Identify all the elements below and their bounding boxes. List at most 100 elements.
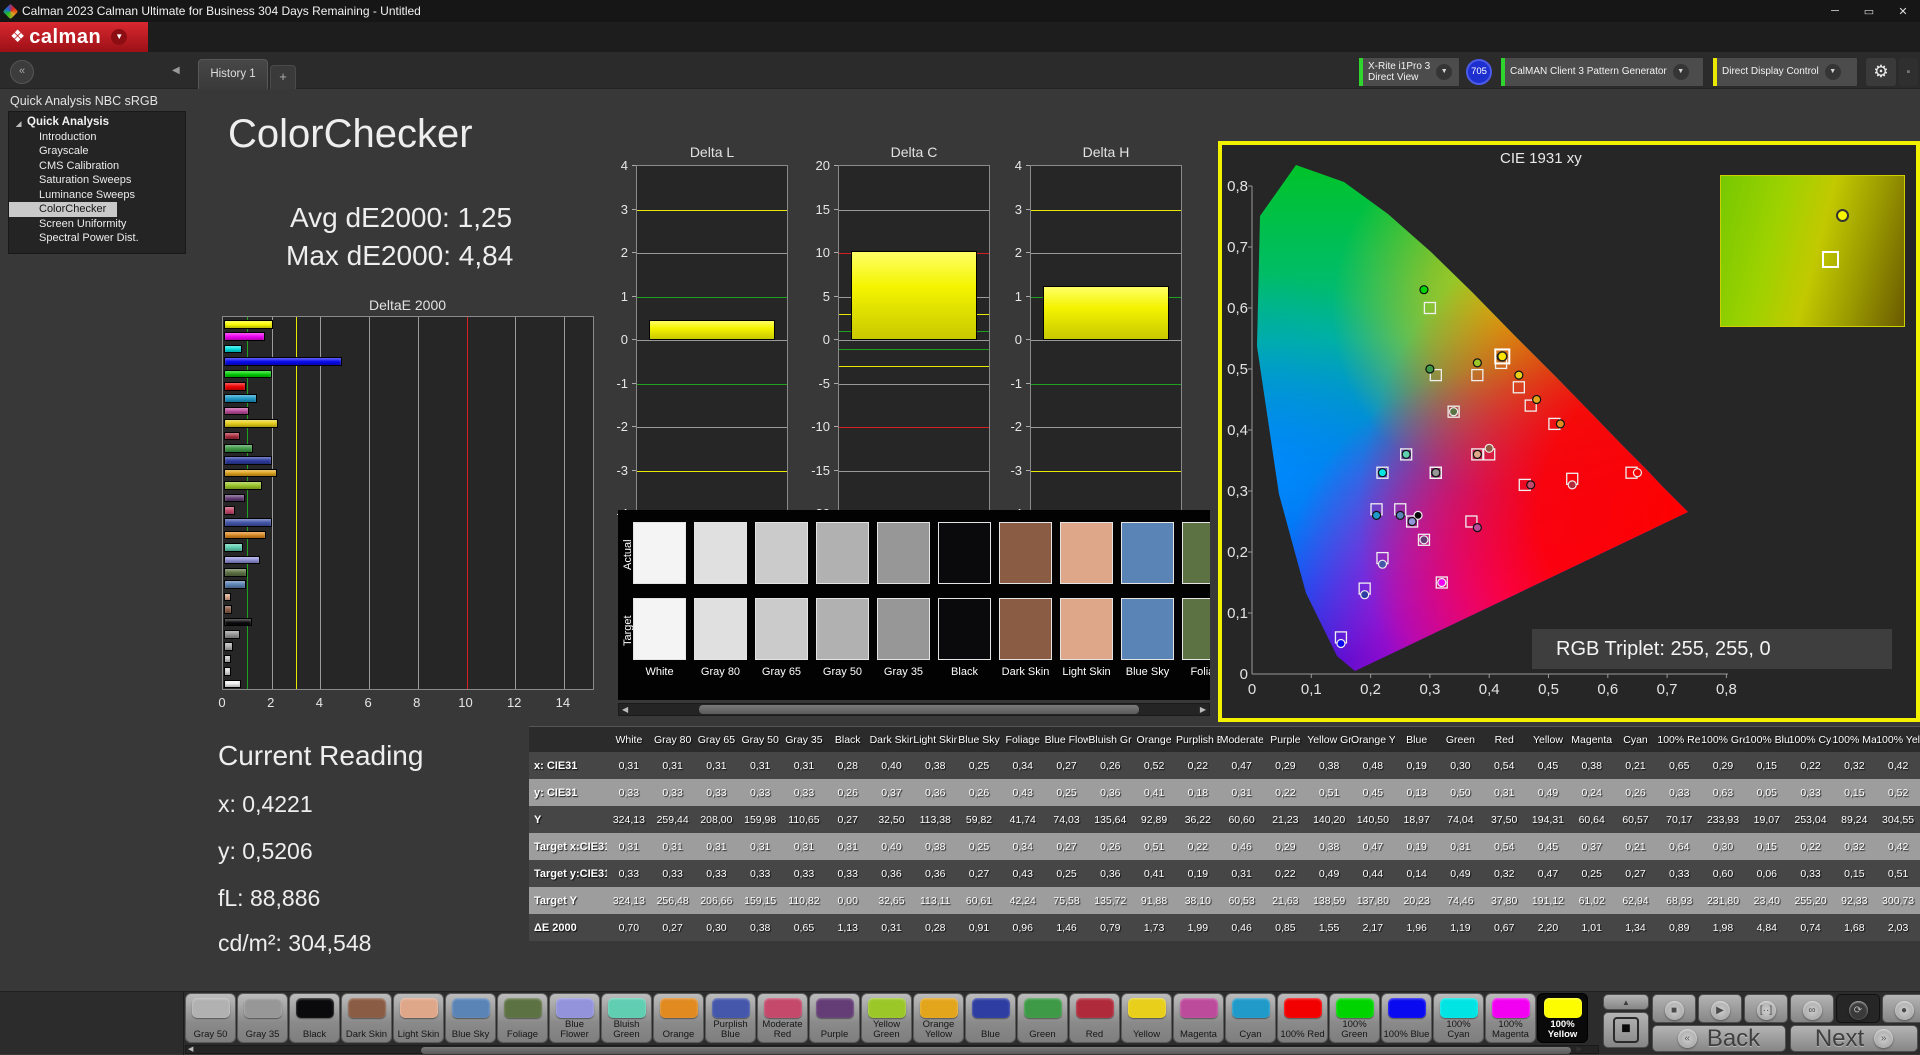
patch-button-yellow-green[interactable]: Yellow Green: [861, 993, 912, 1043]
sidebar-item-colorchecker[interactable]: ColorChecker: [9, 202, 117, 217]
patch-chip: [972, 998, 1010, 1018]
tree-expand-icon[interactable]: ◢: [16, 118, 21, 133]
sidebar-item-saturation-sweeps[interactable]: Saturation Sweeps: [9, 173, 185, 188]
patch-button-red[interactable]: Red: [1069, 993, 1120, 1043]
patch-button-orange[interactable]: Orange: [653, 993, 704, 1043]
patch-button-100-magenta[interactable]: 100% Magenta: [1485, 993, 1536, 1043]
patch-button-magenta[interactable]: Magenta: [1173, 993, 1224, 1043]
workflow-back-button[interactable]: «: [10, 60, 34, 84]
next-chevrons-icon: »: [1874, 1029, 1894, 1048]
svg-text:0,7: 0,7: [1657, 681, 1678, 698]
measurement-table: White Gray 80 Gray 65 Gray 50 Gray 35 Black Da…: [529, 726, 1920, 941]
actual-swatch-light-skin: [1060, 522, 1113, 584]
sidebar-item-luminance-sweeps[interactable]: Luminance Sweeps: [9, 188, 185, 203]
stop-button[interactable]: ■: [1652, 994, 1696, 1023]
maximize-button[interactable]: ▭: [1852, 5, 1886, 18]
patch-chip: [1492, 998, 1530, 1018]
patch-button-100-yellow[interactable]: 100% Yellow: [1537, 993, 1588, 1043]
patch-button-black[interactable]: Black: [289, 993, 340, 1043]
corner-menu-button[interactable]: ▪: [1899, 58, 1918, 86]
patch-button-green[interactable]: Green: [1017, 993, 1068, 1043]
scroll-right-icon[interactable]: ▶: [1200, 704, 1206, 715]
swatch-label: Black: [951, 666, 978, 678]
back-button[interactable]: « Back: [1652, 1025, 1786, 1052]
patch-button-bluish-green[interactable]: Bluish Green: [601, 993, 652, 1043]
next-button[interactable]: Next »: [1790, 1025, 1918, 1052]
record-button[interactable]: ●: [1882, 994, 1920, 1023]
patch-button-blue-flower[interactable]: Blue Flower: [549, 993, 600, 1043]
chevron-down-icon[interactable]: ▼: [1672, 64, 1689, 80]
loop-button[interactable]: ∞: [1790, 994, 1834, 1023]
meter-dropdown[interactable]: X-Rite i1Pro 3 Direct View ▼: [1358, 57, 1460, 87]
logo-menu-chevron-icon[interactable]: ▼: [111, 29, 128, 45]
sidebar-item-grayscale[interactable]: Grayscale: [9, 144, 185, 159]
pattern-window-button[interactable]: ■: [1603, 1012, 1649, 1048]
calman-logo[interactable]: ❖ calman ▼: [0, 22, 148, 52]
add-tab-button[interactable]: +: [270, 65, 296, 89]
patch-button-blue-sky[interactable]: Blue Sky: [445, 993, 496, 1043]
patch-button-yellow[interactable]: Yellow: [1121, 993, 1172, 1043]
sidebar-item-cms-calibration[interactable]: CMS Calibration: [9, 159, 185, 174]
step-button[interactable]: [··]: [1744, 994, 1788, 1023]
sidebar-item-screen-uniformity[interactable]: Screen Uniformity: [9, 217, 185, 232]
tab-bar: « ◀ History 1 + X-Rite i1Pro 3 Direct Vie…: [0, 52, 1920, 89]
patch-button-100-green[interactable]: 100% Green: [1329, 993, 1380, 1043]
close-button[interactable]: ✕: [1886, 5, 1920, 18]
patch-button-dark-skin[interactable]: Dark Skin: [341, 993, 392, 1043]
patch-button-blue[interactable]: Blue: [965, 993, 1016, 1043]
actual-swatch-blue-sky: [1121, 522, 1174, 584]
patch-button-100-cyan[interactable]: 100% Cyan: [1433, 993, 1484, 1043]
y-tick: 1: [1014, 288, 1022, 304]
patch-button-100-blue[interactable]: 100% Blue: [1381, 993, 1432, 1043]
patch-button-purplish-blue[interactable]: Purplish Blue: [705, 993, 756, 1043]
sidebar-item-introduction[interactable]: Introduction: [9, 130, 185, 145]
scroll-right-icon[interactable]: ▶: [1577, 1046, 1582, 1054]
strip-scrollbar-thumb[interactable]: [421, 1047, 1571, 1054]
tree-root-quick-analysis[interactable]: ◢ Quick Analysis: [9, 115, 185, 130]
sync-button[interactable]: ⟳: [1836, 994, 1880, 1023]
patch-chip: [1336, 998, 1374, 1018]
patch-strip-scrollbar[interactable]: ◀ ▶: [185, 1045, 1599, 1054]
de-tick-6: 6: [364, 695, 372, 710]
patch-button-orange-yellow[interactable]: Orange Yellow: [913, 993, 964, 1043]
settings-gear-icon[interactable]: ⚙: [1866, 58, 1896, 86]
actual-swatch-foliage: [1182, 522, 1210, 584]
col-header-purple: Purple: [1263, 726, 1308, 752]
patch-button-gray-35[interactable]: Gray 35: [237, 993, 288, 1043]
col-header-blue-sky: Blue Sky: [957, 726, 1001, 752]
target-swatch-light-skin: [1060, 598, 1113, 660]
display-control-dropdown[interactable]: Direct Display Control ▼: [1712, 57, 1858, 87]
patch-button-light-skin[interactable]: Light Skin: [393, 993, 444, 1043]
patch-button-purple[interactable]: Purple: [809, 993, 860, 1043]
patch-label: Gray 50: [193, 1029, 228, 1040]
play-button[interactable]: ▶: [1698, 994, 1742, 1023]
patch-button-moderate-red[interactable]: Moderate Red: [757, 993, 808, 1043]
patch-button-cyan[interactable]: Cyan: [1225, 993, 1276, 1043]
chevron-down-icon[interactable]: ▼: [1824, 64, 1841, 80]
strip-scroll-up-button[interactable]: ▲: [1603, 994, 1649, 1010]
workflow-tree: ◢ Quick Analysis Introduction Grayscale CM…: [8, 111, 186, 254]
swatch-scrollbar[interactable]: ◀ ▶: [618, 703, 1210, 716]
patch-button-gray-50[interactable]: Gray 50: [185, 993, 236, 1043]
pattern-generator-dropdown[interactable]: CalMAN Client 3 Pattern Generator ▼: [1500, 57, 1704, 87]
patch-button-100-red[interactable]: 100% Red: [1277, 993, 1328, 1043]
swatch-scrollbar-thumb[interactable]: [699, 705, 1139, 714]
swatch-label: White: [645, 666, 674, 678]
minimize-button[interactable]: ─: [1818, 5, 1852, 18]
de-bar-purple: [224, 493, 245, 503]
patch-button-foliage[interactable]: Foliage: [497, 993, 548, 1043]
col-header-100-cyan: 100% Cyan: [1788, 726, 1833, 752]
tick-mark: [1026, 339, 1030, 340]
table-row: Target x:CIE31 0,31 0,31 0,31 0,31 0,31 0,31 0,…: [529, 833, 1920, 860]
cie-zoom-inset: [1720, 175, 1905, 327]
patch-label: Orange: [662, 1029, 695, 1040]
col-header-orange-yellow: Orange Yellow: [1351, 726, 1395, 752]
chevron-down-icon[interactable]: ▼: [1436, 64, 1453, 80]
sidebar-collapse-icon[interactable]: ◀: [172, 65, 180, 76]
scroll-left-icon[interactable]: ◀: [622, 704, 628, 715]
patch-chip: [868, 998, 906, 1018]
meter-id-badge: 705: [1466, 59, 1492, 85]
scroll-left-icon[interactable]: ◀: [188, 1046, 193, 1054]
sidebar-item-spectral-power-dist-[interactable]: Spectral Power Dist.: [9, 231, 185, 246]
tab-history-1[interactable]: History 1: [198, 59, 268, 89]
